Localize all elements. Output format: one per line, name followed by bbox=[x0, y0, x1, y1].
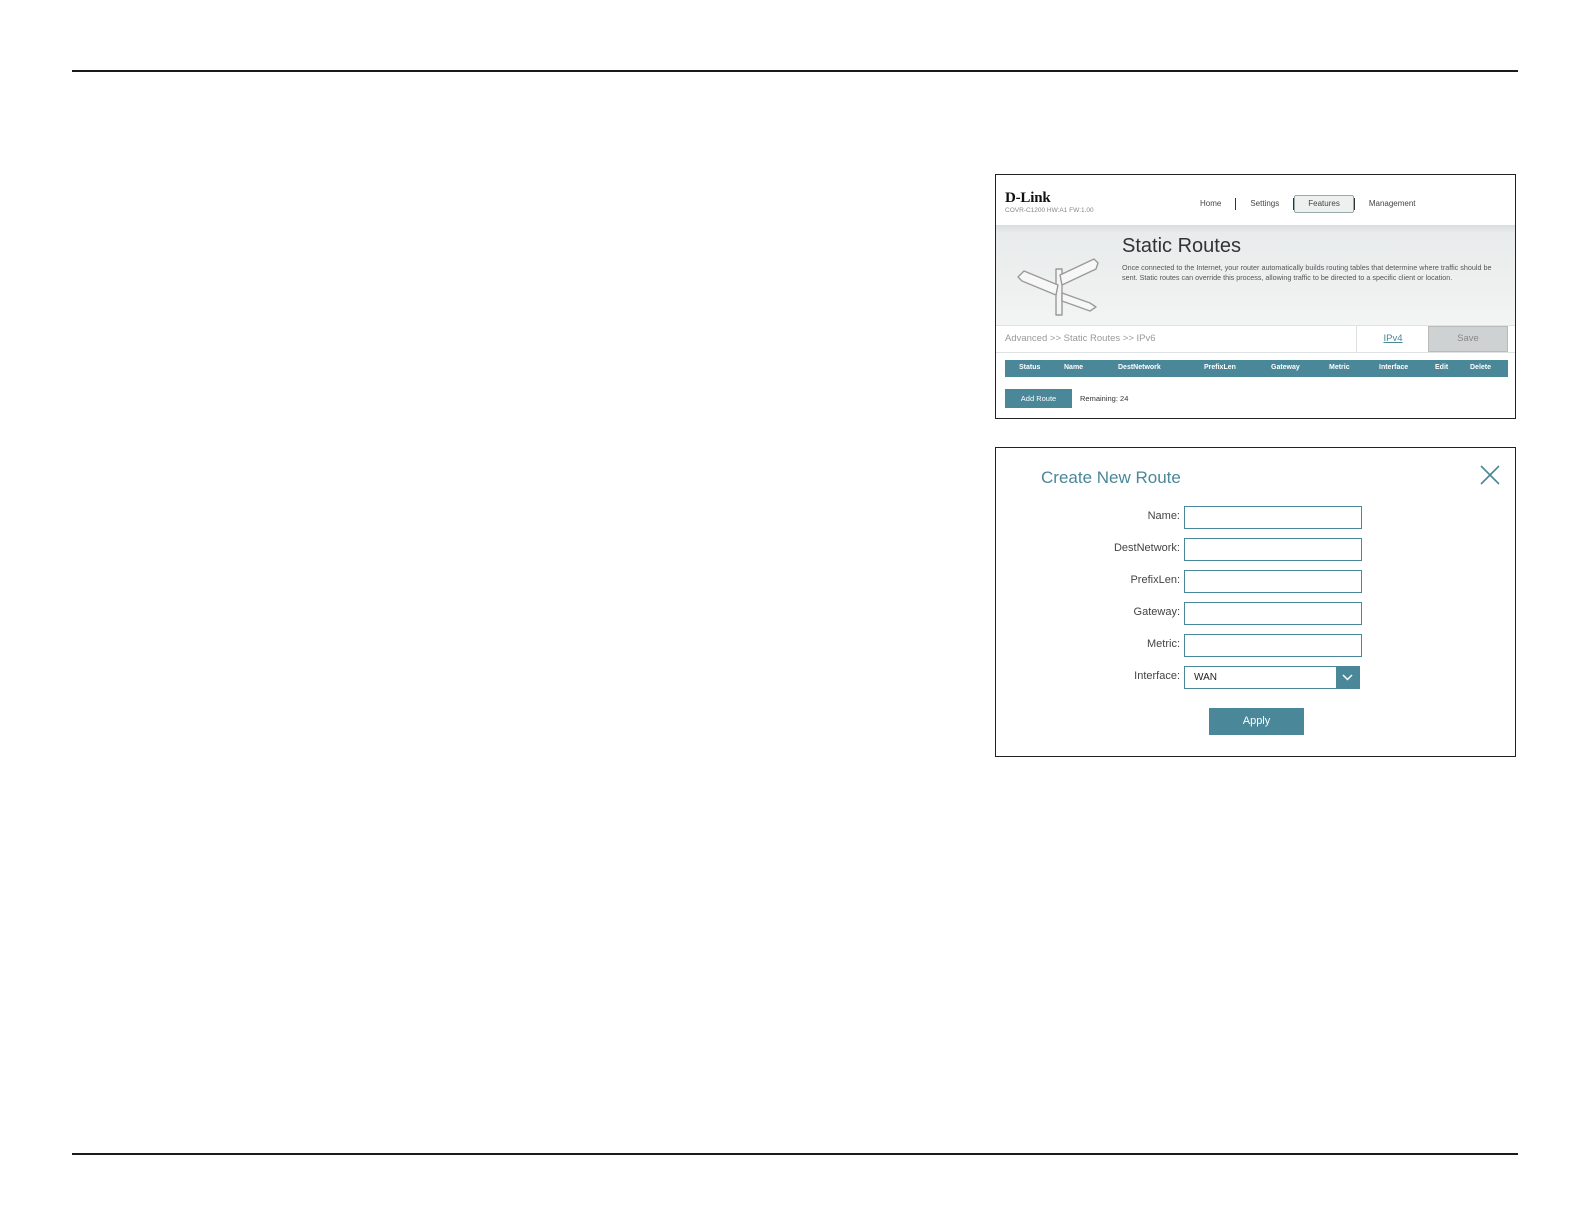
bottom-rule bbox=[72, 1153, 1518, 1155]
gateway-label: Gateway: bbox=[1133, 606, 1180, 618]
dest-network-input[interactable] bbox=[1184, 538, 1362, 561]
static-routes-screenshot: D-Link COVR-C1200 HW:A1 FW:1.00 Home Set… bbox=[995, 174, 1516, 419]
form-row-dest-network: DestNetwork: bbox=[996, 538, 1517, 561]
model-info: COVR-C1200 HW:A1 FW:1.00 bbox=[1005, 207, 1094, 214]
dlink-logo: D-Link bbox=[1005, 190, 1051, 206]
dialog-title: Create New Route bbox=[1041, 468, 1181, 487]
top-nav: Home Settings Features Management bbox=[1186, 195, 1430, 213]
col-edit: Edit bbox=[1435, 364, 1449, 371]
remaining-count: Remaining: 24 bbox=[1080, 394, 1129, 403]
form-row-gateway: Gateway: bbox=[996, 602, 1517, 625]
metric-label: Metric: bbox=[1147, 638, 1180, 650]
page-banner: Static Routes Once connected to the Inte… bbox=[996, 225, 1515, 325]
close-icon[interactable] bbox=[1478, 463, 1502, 487]
dest-network-label: DestNetwork: bbox=[1113, 542, 1180, 554]
breadcrumb-bar: Advanced >> Static Routes >> IPv6 IPv4 S… bbox=[996, 325, 1515, 353]
form-row-metric: Metric: bbox=[996, 634, 1517, 657]
interface-select[interactable]: WAN bbox=[1184, 666, 1360, 689]
col-gateway: Gateway bbox=[1271, 364, 1300, 371]
nav-home[interactable]: Home bbox=[1186, 196, 1235, 212]
col-name: Name bbox=[1064, 364, 1084, 371]
apply-button[interactable]: Apply bbox=[1209, 708, 1304, 735]
nav-features[interactable]: Features bbox=[1294, 195, 1354, 213]
top-rule bbox=[72, 70, 1518, 72]
form-row-interface: Interface: WAN bbox=[996, 666, 1517, 689]
interface-selected-value: WAN bbox=[1194, 672, 1217, 683]
col-interface: Interface bbox=[1379, 364, 1409, 371]
prefix-len-input[interactable] bbox=[1184, 570, 1362, 593]
breadcrumb: Advanced >> Static Routes >> IPv6 bbox=[1005, 333, 1156, 344]
name-label: Name: bbox=[1147, 510, 1180, 522]
name-input[interactable] bbox=[1184, 506, 1362, 529]
col-delete: Delete bbox=[1470, 364, 1492, 371]
nav-settings[interactable]: Settings bbox=[1236, 196, 1293, 212]
form-row-name: Name: bbox=[996, 506, 1517, 529]
create-route-dialog: Create New Route Name: DestNetwork: Pref… bbox=[995, 447, 1516, 757]
col-metric: Metric bbox=[1329, 364, 1350, 371]
signpost-icon bbox=[1017, 258, 1099, 316]
prefix-len-label: PrefixLen: bbox=[1130, 574, 1180, 586]
dropdown-arrow[interactable] bbox=[1336, 667, 1359, 688]
form-row-prefix-len: PrefixLen: bbox=[996, 570, 1517, 593]
col-dest-network: DestNetwork bbox=[1118, 364, 1161, 371]
metric-input[interactable] bbox=[1184, 634, 1362, 657]
ipv4-link[interactable]: IPv4 bbox=[1356, 326, 1429, 352]
add-route-button[interactable]: Add Route bbox=[1005, 389, 1072, 408]
nav-management[interactable]: Management bbox=[1355, 196, 1430, 212]
brand: D-Link COVR-C1200 HW:A1 FW:1.00 bbox=[1005, 190, 1094, 214]
interface-label: Interface: bbox=[1134, 670, 1180, 682]
chevron-down-icon bbox=[1342, 674, 1353, 681]
save-button[interactable]: Save bbox=[1428, 326, 1508, 352]
page-description: Once connected to the Internet, your rou… bbox=[1122, 263, 1492, 282]
gateway-input[interactable] bbox=[1184, 602, 1362, 625]
page-title: Static Routes bbox=[1122, 235, 1241, 257]
col-prefix-len: PrefixLen bbox=[1204, 364, 1236, 371]
routes-table-header: Status Name DestNetwork PrefixLen Gatewa… bbox=[1005, 360, 1508, 377]
col-status: Status bbox=[1019, 364, 1041, 371]
